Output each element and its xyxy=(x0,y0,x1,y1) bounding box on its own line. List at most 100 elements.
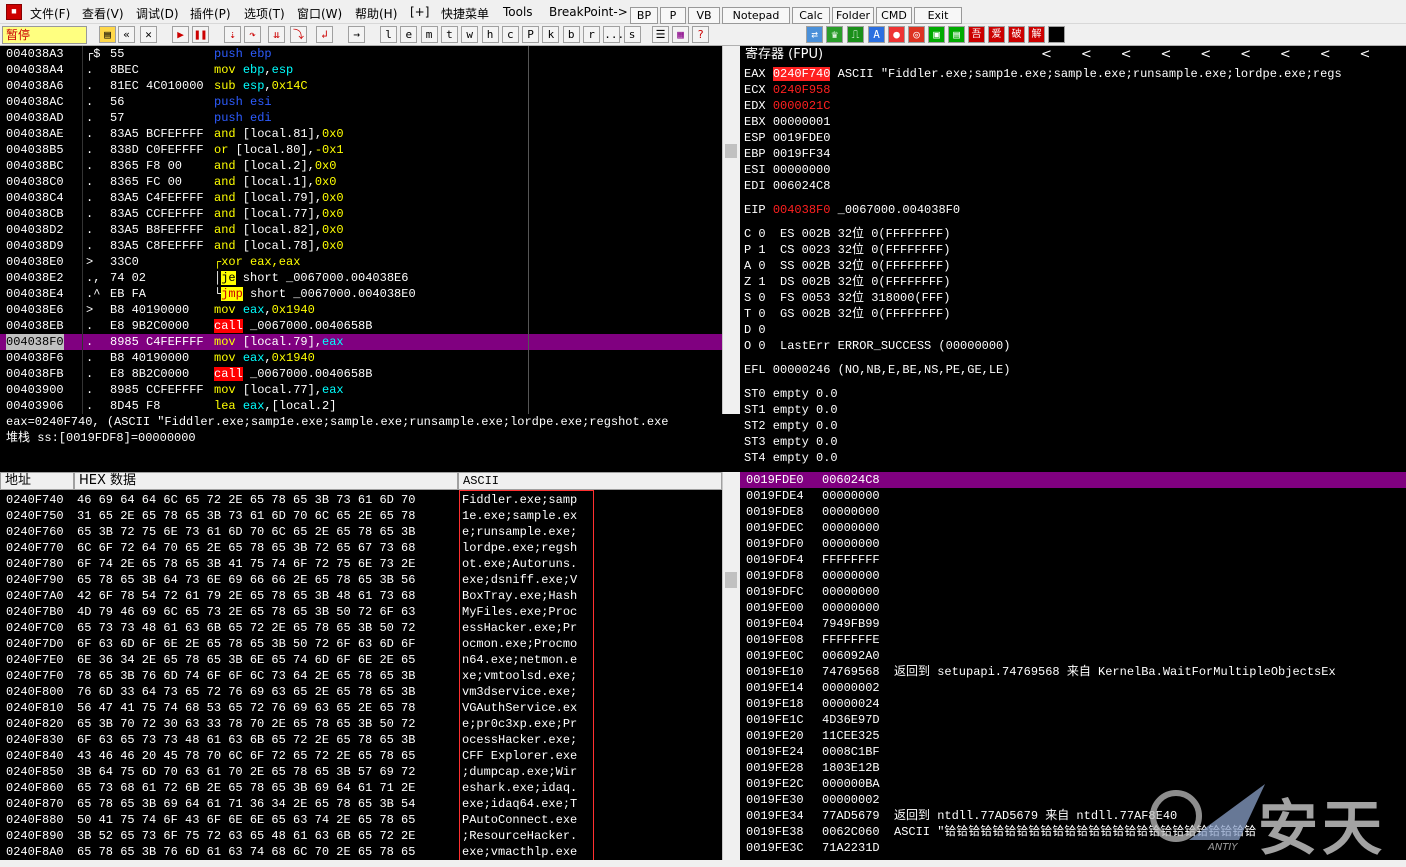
plugin-icon-6[interactable]: ◎ xyxy=(908,26,925,43)
menu-item[interactable]: 帮助(H) xyxy=(355,5,397,22)
plugin-icon-13[interactable] xyxy=(1048,26,1065,43)
stack-row[interactable]: 0019FE14 00000002 xyxy=(740,680,1406,696)
plugin-icon-7[interactable]: ▣ xyxy=(928,26,945,43)
stack-row[interactable]: 0019FE1C 4D36E97D xyxy=(740,712,1406,728)
run-button[interactable]: ▶ xyxy=(172,26,189,43)
stack-row[interactable]: 0019FE30 00000002 xyxy=(740,792,1406,808)
dump-row[interactable]: 0240F7E0 6E 36 34 2E 65 78 65 3B 6E 65 74… xyxy=(0,652,722,668)
register-row[interactable]: EAX 0240F740 ASCII "Fiddler.exe;samp1e.e… xyxy=(744,66,1342,82)
letter-button[interactable]: ... xyxy=(603,26,624,43)
dump-hex[interactable]: 4D 79 46 69 6C 65 73 2E 65 78 65 3B 50 7… xyxy=(77,604,415,620)
disasm-row[interactable]: 004038E0 >33C0 ┌xor eax,eax xyxy=(0,254,722,270)
dump-row[interactable]: 0240F790 65 78 65 3B 64 73 6E 69 66 66 2E… xyxy=(0,572,722,588)
dump-row[interactable]: 0240F740 46 69 64 64 6C 65 72 2E 65 78 65… xyxy=(0,492,722,508)
register-value[interactable]: 0019FF34 xyxy=(773,147,831,161)
stack-value[interactable]: 71A2231D xyxy=(822,840,880,856)
plugin-icon-10[interactable]: 爱 xyxy=(988,26,1005,43)
letter-button[interactable]: s xyxy=(623,26,641,43)
stack-row[interactable]: 0019FDF8 00000000 xyxy=(740,568,1406,584)
execute-till-return-button[interactable]: ↲ xyxy=(316,26,333,43)
disasm-row[interactable]: 004038F6. B8 40190000 mov eax,0x1940 xyxy=(0,350,722,366)
disasm-row[interactable]: 004038A4. 8BEC mov ebp,esp xyxy=(0,62,722,78)
go-to-button[interactable]: → xyxy=(348,26,365,43)
disasm-row[interactable]: 00403900. 8985 CCFEFFFF mov [local.77],eax xyxy=(0,382,722,398)
menu-item[interactable]: 插件(P) xyxy=(190,5,231,22)
stack-value[interactable]: 74769568 xyxy=(822,664,880,680)
dump-row[interactable]: 0240F7A0 42 6F 78 54 72 61 79 2E 65 78 65… xyxy=(0,588,722,604)
dump-hex[interactable]: 78 65 3B 76 6D 74 6F 6F 6C 73 64 2E 65 7… xyxy=(77,668,415,684)
stack-value[interactable]: 00000002 xyxy=(822,792,880,808)
letter-button[interactable]: w xyxy=(461,26,479,43)
letter-button[interactable]: h xyxy=(481,26,499,43)
stack-row[interactable]: 0019FE24 0008C1BF xyxy=(740,744,1406,760)
register-row-eip[interactable]: EIP 004038F0 _0067000.004038F0 xyxy=(744,202,960,218)
stack-value[interactable]: 00000000 xyxy=(822,568,880,584)
dump-hex[interactable]: 65 78 65 3B 64 73 6E 69 66 66 2E 65 78 6… xyxy=(77,572,415,588)
letter-button[interactable]: l xyxy=(380,26,397,43)
dump-row[interactable]: 0240F870 65 78 65 3B 69 64 61 71 36 34 2E… xyxy=(0,796,722,812)
stack-value[interactable]: 00000024 xyxy=(822,696,880,712)
stack-row[interactable]: 0019FE04 7949FB99 xyxy=(740,616,1406,632)
stack-row[interactable]: 0019FDEC 00000000 xyxy=(740,520,1406,536)
dump-header-hex[interactable]: HEX 数据 xyxy=(74,472,458,490)
stack-value[interactable]: 006092A0 xyxy=(822,648,880,664)
letter-button[interactable]: P xyxy=(522,26,540,43)
dump-row[interactable]: 0240F810 56 47 41 75 74 68 53 65 72 76 69… xyxy=(0,700,722,716)
menu-item[interactable]: Tools xyxy=(503,5,533,19)
plugin-icon-8[interactable]: ▤ xyxy=(948,26,965,43)
register-value[interactable]: 004038F0 xyxy=(773,203,831,217)
stack-row[interactable]: 0019FE2C 000000BA xyxy=(740,776,1406,792)
disasm-row[interactable]: 004038AD. 57 push edi xyxy=(0,110,722,126)
dump-hex[interactable]: 6F 63 6D 6F 6E 2E 65 78 65 3B 50 72 6F 6… xyxy=(77,636,415,652)
flag-row[interactable]: T 0 GS 002B 32位 0(FFFFFFFF) xyxy=(744,306,950,322)
dump-row[interactable]: 0240F860 65 73 68 61 72 6B 2E 65 78 65 3B… xyxy=(0,780,722,796)
dump-hex[interactable]: 6F 74 2E 65 78 65 3B 41 75 74 6F 72 75 6… xyxy=(77,556,415,572)
dump-row[interactable]: 0240F780 6F 74 2E 65 78 65 3B 41 75 74 6F… xyxy=(0,556,722,572)
stack-row[interactable]: 0019FDF0 00000000 xyxy=(740,536,1406,552)
disassembly-scrollbar[interactable] xyxy=(722,46,740,414)
menu-tab[interactable]: Exit xyxy=(914,7,962,24)
dump-row[interactable]: 0240F880 50 41 75 74 6F 43 6F 6E 6E 65 63… xyxy=(0,812,722,828)
menu-item[interactable]: 调试(D) xyxy=(136,5,179,22)
disasm-row[interactable]: 004038D9. 83A5 C8FEFFFF and [local.78],0x0 xyxy=(0,238,722,254)
menu-item[interactable]: 选项(T) xyxy=(244,5,285,22)
disasm-row[interactable]: 004038E2., 74 02 │je short _0067000.004038… xyxy=(0,270,722,286)
stack-value[interactable]: FFFFFFFE xyxy=(822,632,880,648)
dump-hex[interactable]: 50 41 75 74 6F 43 6F 6E 6E 65 63 74 2E 6… xyxy=(77,812,415,828)
stack-row[interactable]: 0019FE20 11CEE325 xyxy=(740,728,1406,744)
letter-button[interactable]: k xyxy=(542,26,560,43)
dump-pane[interactable]: 0240F740 46 69 64 64 6C 65 72 2E 65 78 65… xyxy=(0,490,722,860)
help-button[interactable]: ? xyxy=(692,26,709,43)
register-row[interactable]: ESI 00000000 xyxy=(744,162,838,178)
disasm-row[interactable]: 00403906. 8D45 F8 lea eax,[local.2] xyxy=(0,398,722,414)
step-over-button[interactable]: ↷ xyxy=(244,26,261,43)
pause-button[interactable]: ❚❚ xyxy=(192,26,209,43)
dump-row[interactable]: 0240F850 3B 64 75 6D 70 63 61 70 2E 65 78… xyxy=(0,764,722,780)
disasm-row[interactable]: 004038D2. 83A5 B8FEFFFF and [local.82],0x0 xyxy=(0,222,722,238)
register-row[interactable]: EDI 006024C8 xyxy=(744,178,838,194)
register-row[interactable]: ESP 0019FDE0 xyxy=(744,130,838,146)
dump-row[interactable]: 0240F840 43 46 46 20 45 78 70 6C 6F 72 65… xyxy=(0,748,722,764)
stack-value[interactable]: 00000000 xyxy=(822,520,880,536)
dump-scrollbar[interactable] xyxy=(722,472,740,860)
menu-tab[interactable]: Calc xyxy=(792,7,830,24)
flag-row[interactable]: S 0 FS 0053 32位 318000(FFF) xyxy=(744,290,950,306)
disasm-row[interactable]: 004038C0. 8365 FC 00 and [local.1],0x0 xyxy=(0,174,722,190)
disasm-row[interactable]: 004038E6 > B8 40190000 mov eax,0x1940 xyxy=(0,302,722,318)
plugin-icon-2[interactable]: ♛ xyxy=(826,26,843,43)
disasm-row[interactable]: 004038BC. 8365 F8 00 and [local.2],0x0 xyxy=(0,158,722,174)
menu-tab[interactable]: Notepad xyxy=(722,7,790,24)
stack-value[interactable]: 00000000 xyxy=(822,584,880,600)
plugin-icon-4[interactable]: A xyxy=(868,26,885,43)
flag-row[interactable]: C 0 ES 002B 32位 0(FFFFFFFF) xyxy=(744,226,950,242)
dump-hex[interactable]: 65 3B 72 75 6E 73 61 6D 70 6C 65 2E 65 7… xyxy=(77,524,415,540)
scroll-thumb[interactable] xyxy=(725,144,737,158)
stack-value[interactable]: 00000002 xyxy=(822,680,880,696)
menu-tab[interactable]: BP xyxy=(630,7,658,24)
dump-hex[interactable]: 46 69 64 64 6C 65 72 2E 65 78 65 3B 73 6… xyxy=(77,492,415,508)
dump-hex[interactable]: 3B 64 75 6D 70 63 61 70 2E 65 78 65 3B 5… xyxy=(77,764,415,780)
plugin-icon-9[interactable]: 吾 xyxy=(968,26,985,43)
letter-button[interactable]: r xyxy=(583,26,600,43)
disasm-row[interactable]: 004038EB. E8 9B2C0000 call _0067000.004065… xyxy=(0,318,722,334)
dump-row[interactable]: 0240F7D0 6F 63 6D 6F 6E 2E 65 78 65 3B 50… xyxy=(0,636,722,652)
